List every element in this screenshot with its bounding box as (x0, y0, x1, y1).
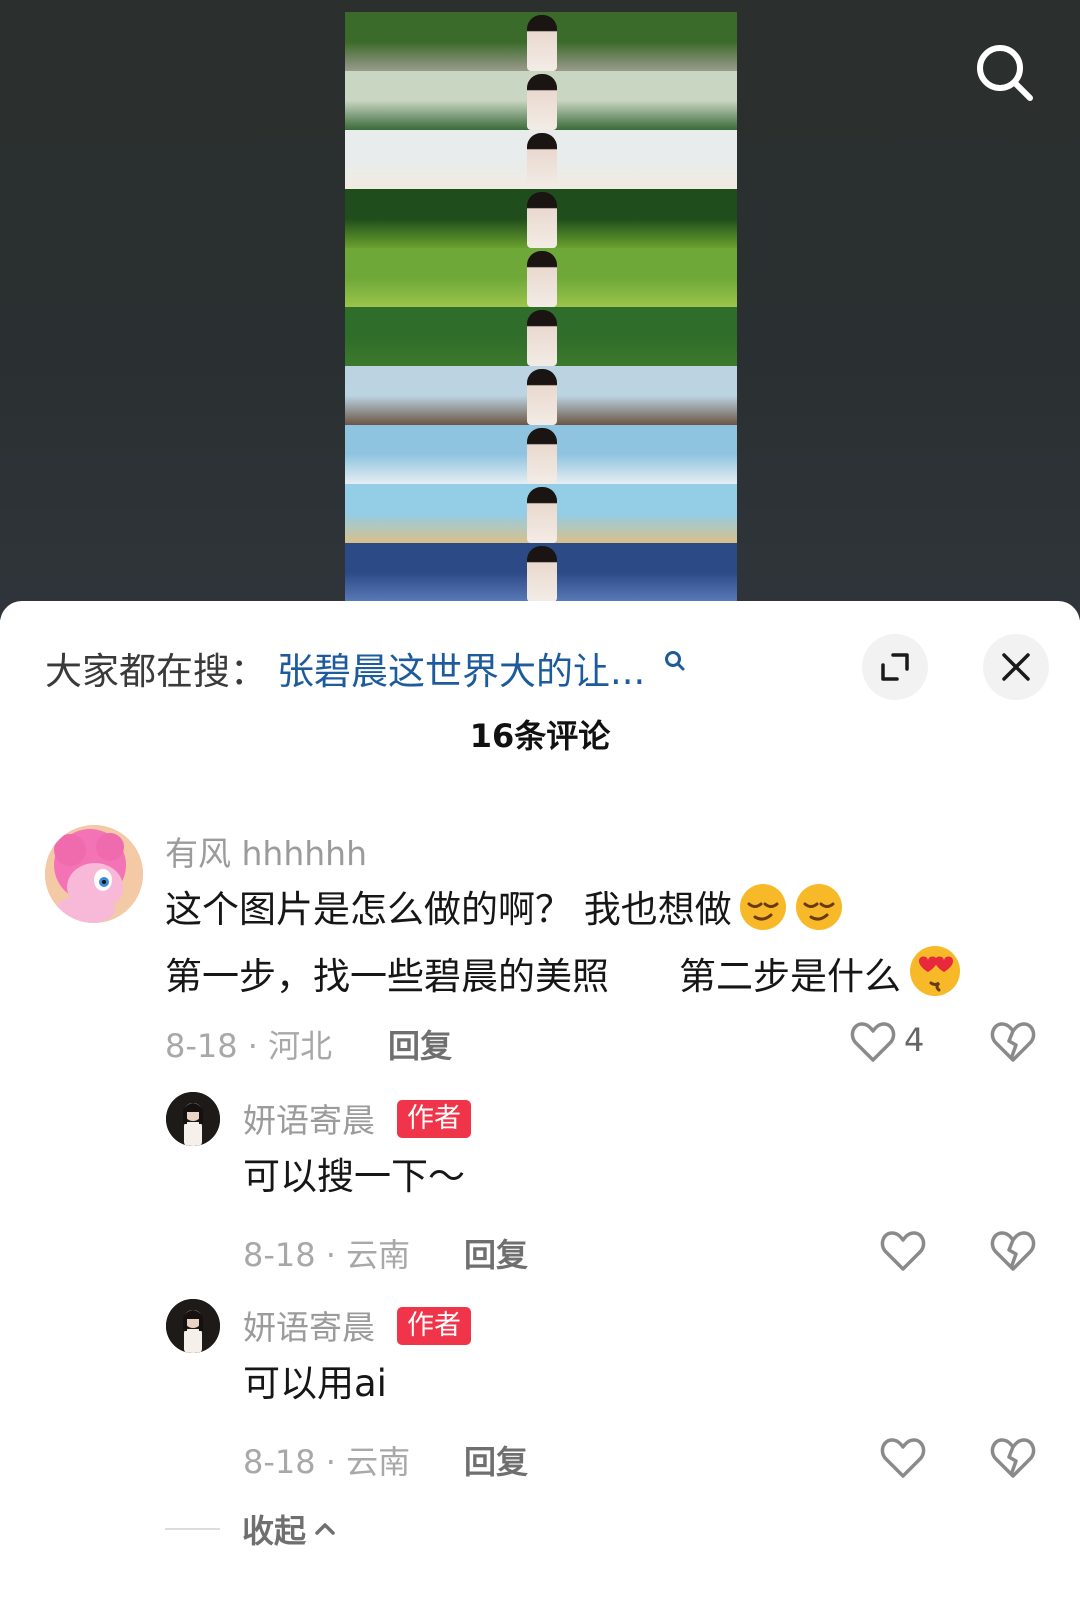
comment-sheet: 大家都在搜： 张碧晨这世界大的让... 16条评论 有风 hhhhhh 这个图片… (0, 601, 1080, 1606)
collage-strip (345, 71, 737, 130)
collage-strip (345, 543, 737, 602)
collage-strip (345, 130, 737, 189)
comment-username[interactable]: 有风 hhhhhh (165, 827, 367, 875)
pony-avatar-image (45, 825, 143, 923)
search-button[interactable] (970, 38, 1040, 108)
avatar[interactable] (166, 1092, 220, 1146)
expand-button[interactable] (862, 634, 928, 700)
comment-text-line2: 第一步，找一些碧晨的美照 (165, 955, 609, 998)
broken-heart-icon (990, 1022, 1036, 1062)
person-figure (527, 428, 557, 484)
reply-button[interactable]: 回复 (464, 1437, 528, 1483)
comment-text-line2b: 第二步是什么 (679, 955, 901, 998)
expand-icon (881, 653, 909, 681)
collage-strip (345, 484, 737, 543)
heart-icon (880, 1438, 926, 1478)
like-button[interactable] (880, 1437, 926, 1479)
person-figure (527, 15, 557, 71)
heart-icon (850, 1022, 896, 1062)
person-figure (527, 369, 557, 425)
comment-count: 16条评论 (469, 717, 611, 755)
smug-emoji-icon (794, 882, 844, 932)
close-icon (1002, 653, 1030, 681)
collage-strip (345, 248, 737, 307)
reply-username[interactable]: 妍语寄晨 (243, 1301, 375, 1349)
reply-username[interactable]: 妍语寄晨 (243, 1094, 375, 1142)
close-button[interactable] (983, 634, 1049, 700)
reply-text: 可以用ai (243, 1362, 387, 1405)
author-avatar-image (166, 1299, 220, 1353)
heart-icon (880, 1231, 926, 1271)
comment-text: 这个图片是怎么做的啊？ 我也想做 (165, 877, 844, 943)
collage-strip (345, 189, 737, 248)
avatar[interactable] (166, 1299, 220, 1353)
dislike-button[interactable] (990, 1230, 1036, 1272)
person-figure (527, 133, 557, 189)
dislike-button[interactable] (990, 1437, 1036, 1479)
small-search-icon (665, 651, 685, 671)
reply-button[interactable]: 回复 (464, 1230, 528, 1276)
chevron-up-icon (315, 1523, 335, 1535)
reply-button[interactable]: 回复 (388, 1021, 452, 1067)
divider-line (165, 1528, 220, 1530)
person-figure (527, 310, 557, 366)
person-figure (527, 546, 557, 602)
reply-text: 可以搜一下～ (243, 1155, 465, 1198)
collapse-label: 收起 (242, 1512, 307, 1550)
reply-date-location: 8-18 · 云南 (243, 1443, 411, 1481)
like-button[interactable] (850, 1021, 896, 1063)
smug-emoji-icon (738, 882, 788, 932)
avatar[interactable] (45, 825, 143, 923)
trending-topic-link[interactable]: 张碧晨这世界大的让... (277, 641, 645, 695)
collage-strip (345, 12, 737, 71)
person-figure (527, 74, 557, 130)
author-badge: 作者 (397, 1100, 471, 1138)
person-figure (527, 487, 557, 543)
like-button[interactable] (880, 1230, 926, 1272)
person-figure (527, 192, 557, 248)
collage-strip (345, 366, 737, 425)
broken-heart-icon (990, 1438, 1036, 1478)
reply-date-location: 8-18 · 云南 (243, 1236, 411, 1274)
heart-eyes-emoji-icon (907, 943, 960, 996)
collage-strip (345, 307, 737, 366)
broken-heart-icon (990, 1231, 1036, 1271)
trending-prefix: 大家都在搜： (45, 650, 267, 693)
author-badge: 作者 (397, 1307, 471, 1345)
comment-text-line2-row: 第一步，找一些碧晨的美照 第二步是什么 (165, 943, 960, 1010)
trending-search-row[interactable]: 大家都在搜： 张碧晨这世界大的让... (45, 643, 687, 693)
post-image-area (0, 0, 1080, 620)
person-figure (527, 251, 557, 307)
photo-collage[interactable] (345, 12, 737, 604)
collapse-replies-button[interactable]: 收起 (165, 1506, 338, 1552)
search-icon (977, 45, 1033, 101)
comment-date-location: 8-18 · 河北 (165, 1027, 333, 1065)
like-count: 4 (904, 1021, 925, 1059)
author-avatar-image (166, 1092, 220, 1146)
collage-strip (345, 425, 737, 484)
dislike-button[interactable] (990, 1021, 1036, 1063)
comment-text-line1: 这个图片是怎么做的啊？ 我也想做 (165, 888, 732, 931)
